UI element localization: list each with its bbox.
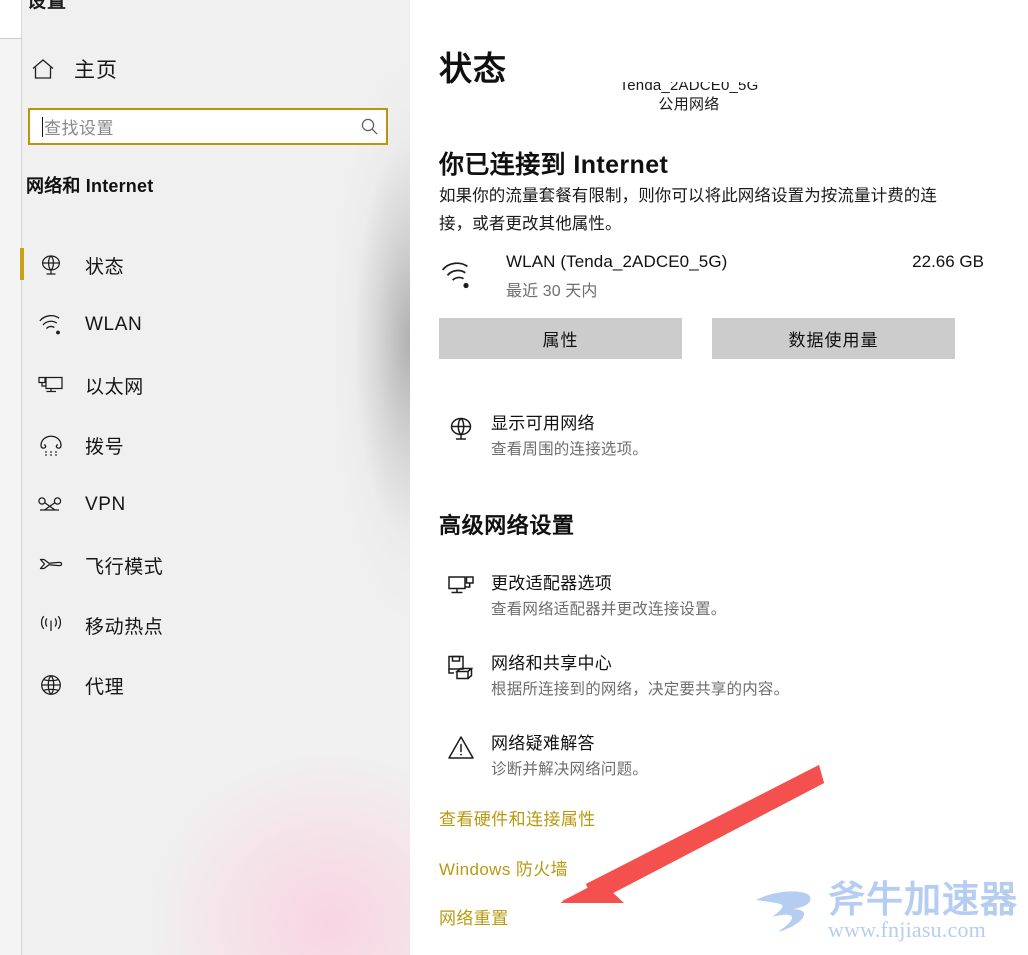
sidebar-item-home[interactable]: 主页: [22, 48, 392, 90]
sidebar-item-label: 以太网: [85, 376, 144, 398]
item-subtitle: 根据所连接到的网络，决定要共享的内容。: [491, 681, 790, 698]
vpn-icon: [31, 494, 71, 516]
network-troubleshoot-text: 网络疑难解答 诊断并解决网络问题。: [483, 732, 648, 782]
item-title: 显示可用网络: [491, 414, 595, 433]
network-ssid: Tenda_2ADCE0_5G: [619, 82, 759, 94]
sidebar-item-label: 拨号: [85, 436, 125, 458]
sidebar-item-vpn[interactable]: VPN: [0, 475, 410, 535]
sidebar-item-airplane-mode[interactable]: 飞行模式: [0, 535, 410, 595]
watermark-brand: 斧牛加速器: [828, 879, 1018, 920]
show-available-networks-item[interactable]: 显示可用网络 查看周围的连接选项。: [439, 412, 648, 462]
network-sharing-center-item[interactable]: 网络和共享中心 根据所连接到的网络，决定要共享的内容。: [439, 652, 789, 702]
item-subtitle: 查看周围的连接选项。: [491, 441, 649, 458]
dialup-icon: [31, 433, 71, 457]
hotspot-icon: [31, 613, 71, 637]
sidebar-item-mobile-hotspot[interactable]: 移动热点: [0, 595, 410, 655]
data-usage-button[interactable]: 数据使用量: [712, 318, 955, 359]
show-available-networks-text: 显示可用网络 查看周围的连接选项。: [483, 412, 648, 462]
change-adapter-options-text: 更改适配器选项 查看网络适配器并更改连接设置。: [483, 572, 727, 622]
advanced-settings-heading: 高级网络设置: [439, 513, 575, 538]
action-button-row: 属性 数据使用量: [439, 318, 984, 359]
watermark-texts: 斧牛加速器 www.fnjiasu.com: [828, 880, 1018, 942]
proxy-globe-icon: [31, 672, 71, 698]
brand-logo-icon: [750, 880, 824, 942]
sidebar-item-status[interactable]: 状态: [0, 235, 410, 295]
watermark: 斧牛加速器 www.fnjiasu.com: [750, 875, 1026, 947]
search-icon[interactable]: [352, 117, 386, 136]
search-placeholder: 查找设置: [44, 119, 114, 138]
wifi-icon: [440, 260, 476, 294]
item-subtitle: 查看网络适配器并更改连接设置。: [491, 601, 727, 618]
window-title: 设置: [27, 0, 68, 12]
network-reset-link[interactable]: 网络重置: [439, 904, 509, 929]
usage-adapter-name: WLAN (Tenda_2ADCE0_5G): [506, 252, 728, 271]
sidebar-category-label: 网络和 Internet: [26, 176, 154, 196]
text-caret: [42, 116, 43, 137]
sidebar-item-dialup[interactable]: 拨号: [0, 415, 410, 475]
sidebar-item-wlan[interactable]: WLAN: [0, 295, 410, 355]
warning-triangle-icon: [439, 732, 483, 762]
watermark-url: www.fnjiasu.com: [828, 917, 986, 942]
main-content: 状态 Tenda_2ADCE0_5G 公用网络 你已连接到 Internet 如…: [410, 0, 1028, 955]
active-indicator: [20, 248, 24, 280]
home-icon: [22, 57, 64, 81]
sidebar-item-label: 飞行模式: [85, 556, 164, 578]
properties-button[interactable]: 属性: [439, 318, 682, 359]
sidebar-item-ethernet[interactable]: 以太网: [0, 355, 410, 415]
sidebar-item-label: 状态: [85, 256, 125, 278]
item-title: 网络疑难解答: [491, 734, 595, 753]
item-title: 更改适配器选项: [491, 574, 613, 593]
share-center-icon: [439, 652, 483, 684]
connection-description: 如果你的流量套餐有限制，则你可以将此网络设置为按流量计费的连接，或者更改其他属性…: [439, 187, 937, 233]
network-troubleshoot-item[interactable]: 网络疑难解答 诊断并解决网络问题。: [439, 732, 648, 782]
data-usage-row: WLAN (Tenda_2ADCE0_5G) 最近 30 天内 22.66 GB: [439, 252, 984, 300]
network-graphic: Tenda_2ADCE0_5G 公用网络: [439, 82, 939, 120]
view-hardware-properties-link[interactable]: 查看硬件和连接属性: [439, 805, 596, 830]
network-profile: 公用网络: [658, 96, 720, 113]
usage-period: 最近 30 天内: [506, 283, 598, 300]
globe-status-icon: [31, 252, 71, 278]
usage-amount: 22.66 GB: [912, 252, 984, 271]
wifi-icon: [31, 313, 71, 337]
item-title: 网络和共享中心: [491, 654, 613, 673]
sidebar-item-label: VPN: [85, 494, 126, 515]
sidebar-item-proxy[interactable]: 代理: [0, 655, 410, 715]
settings-window: 设置 主页 查找设置 网络和 Internet 状态 WLAN 以太网 拨号 V…: [0, 0, 1028, 955]
airplane-icon: [31, 552, 71, 578]
network-sharing-center-text: 网络和共享中心 根据所连接到的网络，决定要共享的内容。: [483, 652, 789, 702]
sidebar-item-label: WLAN: [85, 314, 143, 335]
monitor-adapter-icon: [439, 572, 483, 602]
sidebar-pink-glow: [150, 755, 410, 955]
ethernet-icon: [31, 373, 71, 397]
sidebar: 设置 主页 查找设置 网络和 Internet 状态 WLAN 以太网 拨号 V…: [0, 0, 410, 955]
change-adapter-options-item[interactable]: 更改适配器选项 查看网络适配器并更改连接设置。: [439, 572, 727, 622]
sidebar-item-label: 移动热点: [85, 616, 164, 638]
sidebar-nav-list: 状态 WLAN 以太网 拨号 VPN 飞行模式 移动热点 代理: [0, 235, 410, 715]
globe-network-icon: [439, 412, 483, 444]
connection-heading: 你已连接到 Internet: [439, 151, 669, 179]
search-input[interactable]: 查找设置: [28, 108, 388, 145]
home-label: 主页: [74, 59, 118, 82]
sidebar-top-divider: [0, 38, 22, 39]
item-subtitle: 诊断并解决网络问题。: [491, 761, 649, 778]
windows-firewall-link[interactable]: Windows 防火墙: [439, 855, 568, 880]
sidebar-item-label: 代理: [85, 676, 125, 698]
